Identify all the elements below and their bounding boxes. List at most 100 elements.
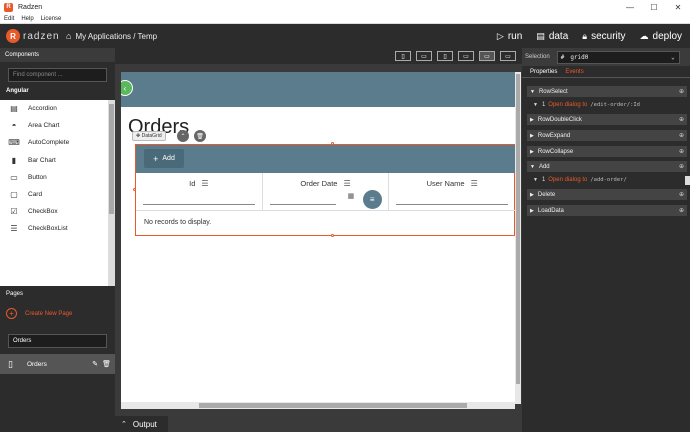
column-filter-input[interactable] [396, 204, 509, 205]
security-label: security [591, 30, 626, 42]
event-rowexpand[interactable]: ▶ RowExpand ⊕ [527, 130, 687, 141]
create-new-page-button[interactable]: + Create New Page [6, 308, 72, 319]
breadcrumb[interactable]: ⌂ My Applications / Temp [66, 24, 157, 48]
event-rowcollapse[interactable]: ▶ RowCollapse ⊕ [527, 146, 687, 157]
event-delete[interactable]: ▶ Delete ⊕ [527, 189, 687, 200]
scroll-thumb[interactable] [199, 403, 467, 408]
calendar-icon[interactable]: ▦ [348, 192, 355, 200]
page-search-input[interactable]: Orders [8, 334, 107, 348]
event-rowdoubleclick[interactable]: ▶ RowDoubleClick ⊕ [527, 114, 687, 125]
component-item-accordion[interactable]: ▤ Accordion [0, 100, 108, 117]
event-rowselect[interactable]: ▼ RowSelect ⊕ [527, 86, 687, 97]
menu-license[interactable]: License [41, 16, 62, 22]
phone-view-icon[interactable]: ▯ [395, 51, 411, 61]
tab-properties[interactable]: Properties [530, 69, 557, 77]
maximize-button[interactable]: ☐ [642, 0, 666, 15]
menu-edit[interactable]: Edit [4, 16, 14, 22]
left-panel: Components Find component ... Angular ▤ A… [0, 48, 115, 432]
add-handler-icon[interactable]: ⊕ [679, 88, 684, 95]
column-filter-input[interactable] [143, 204, 255, 205]
component-list-scrollbar[interactable] [108, 100, 115, 286]
app-header: R radzen ⌂ My Applications / Temp ▷ run … [0, 24, 690, 48]
event-add[interactable]: ▼ Add ⊕ [527, 161, 687, 172]
add-handler-icon[interactable]: ⊕ [679, 207, 684, 214]
component-label: Card [28, 191, 43, 199]
minimize-button[interactable]: — [618, 0, 642, 15]
column-order-date[interactable]: Order Date ☰ ▦ ≡ [263, 173, 390, 211]
tablet-landscape-view-icon[interactable]: ▭ [458, 51, 474, 61]
component-list: ▤ Accordion ◓ Area Chart ⌨ AutoComplete ▮ Ba… [0, 100, 108, 286]
scroll-thumb[interactable] [109, 104, 114, 214]
menu-bar: Edit Help License [0, 15, 690, 24]
area-chart-icon: ◓ [11, 121, 17, 131]
run-label: run [507, 30, 523, 42]
component-item-bar-chart[interactable]: ▮ Bar Chart [0, 152, 108, 169]
radzen-logo[interactable]: R radzen [6, 29, 60, 43]
resize-handle[interactable] [331, 142, 334, 145]
add-handler-icon[interactable]: ⊕ [679, 148, 684, 155]
component-item-autocomplete[interactable]: ⌨ AutoComplete [0, 134, 108, 151]
component-item-button[interactable]: ▭ Button [0, 169, 108, 186]
page-header-bar[interactable] [121, 72, 515, 107]
column-user-name[interactable]: User Name ☰ [389, 173, 515, 211]
edit-icon[interactable]: ✎ [92, 360, 98, 368]
phone-landscape-view-icon[interactable]: ▭ [416, 51, 432, 61]
component-item-checkbox[interactable]: ☑ CheckBox [0, 203, 108, 220]
filter-icon[interactable]: ≡ [362, 190, 382, 209]
card-icon: ▢ [10, 190, 18, 200]
component-item-checkboxlist[interactable]: ☰ CheckBoxList [0, 220, 108, 237]
datagrid[interactable]: + Add Id ☰ Order Date ☰ ▦ ≡ User Name ☰ [135, 144, 515, 236]
page-item-orders[interactable]: ▯ Orders ✎ 🗑︎ [0, 354, 115, 374]
column-id[interactable]: Id ☰ [136, 173, 263, 211]
add-handler-icon[interactable]: ⊕ [679, 116, 684, 123]
component-item-area-chart[interactable]: ◓ Area Chart [0, 117, 108, 134]
wide-desktop-view-icon[interactable]: ▭ [500, 51, 516, 61]
add-handler-icon[interactable]: ⊕ [679, 163, 684, 170]
run-button[interactable]: ▷ run [497, 31, 522, 42]
event-action-row[interactable]: ▼ 1 Open dialog to/add-order/ [527, 173, 687, 186]
datagrid-toolbar: + Add [136, 145, 515, 173]
caret-right-icon: ▶ [530, 191, 534, 198]
canvas-vertical-scrollbar[interactable] [515, 72, 521, 404]
sort-icon[interactable]: ☰ [343, 179, 350, 188]
datagrid-chip[interactable]: ✥ DataGrid [132, 131, 166, 141]
caret-down-icon: ▼ [530, 163, 535, 170]
close-button[interactable]: ✕ [666, 0, 690, 15]
selection-dropdown[interactable]: # grid0 ⌄ [556, 50, 680, 64]
add-label: Add [162, 155, 175, 162]
event-label: LoadData [537, 207, 564, 214]
add-handler-icon[interactable]: ⊕ [679, 132, 684, 139]
component-item-card[interactable]: ▢ Card [0, 186, 108, 203]
find-component-input[interactable]: Find component ... [8, 68, 107, 82]
add-button[interactable]: + Add [144, 149, 184, 168]
canvas-horizontal-scrollbar[interactable] [121, 402, 515, 409]
component-label: AutoComplete [28, 139, 70, 147]
menu-help[interactable]: Help [21, 16, 33, 22]
tablet-view-icon[interactable]: ▯ [437, 51, 453, 61]
right-panel-scrollbar[interactable] [685, 176, 690, 185]
output-panel-toggle[interactable]: ⌃ Output [115, 416, 168, 432]
action-index: 1 [541, 176, 546, 183]
security-button[interactable]: 🔒︎ security [582, 31, 625, 42]
event-action-row[interactable]: ▼ 1 Open dialog to/edit-order/:Id [527, 98, 687, 111]
button-icon: ▭ [10, 172, 18, 182]
data-button[interactable]: ▤ data [536, 31, 568, 42]
radzen-logo-icon: R [6, 29, 20, 43]
sort-icon[interactable]: ☰ [471, 179, 478, 188]
deploy-button[interactable]: ☁ deploy [640, 31, 682, 42]
event-label: RowExpand [537, 132, 571, 139]
event-loaddata[interactable]: ▶ LoadData ⊕ [527, 205, 687, 216]
scroll-thumb[interactable] [516, 74, 520, 384]
select-parent-icon[interactable]: ⌃ [177, 130, 189, 142]
chevron-up-icon: ⌃ [121, 421, 127, 428]
add-handler-icon[interactable]: ⊕ [679, 191, 684, 198]
desktop-view-icon[interactable]: ▭ [479, 51, 495, 61]
resize-handle[interactable] [331, 234, 334, 237]
event-label: Delete [537, 191, 556, 198]
tab-events[interactable]: Events [565, 69, 583, 77]
resize-handle[interactable] [133, 188, 136, 191]
column-filter-input[interactable] [269, 204, 337, 205]
delete-component-icon[interactable]: 🗑︎ [194, 130, 206, 142]
delete-icon[interactable]: 🗑︎ [102, 360, 111, 368]
sort-icon[interactable]: ☰ [201, 179, 208, 188]
